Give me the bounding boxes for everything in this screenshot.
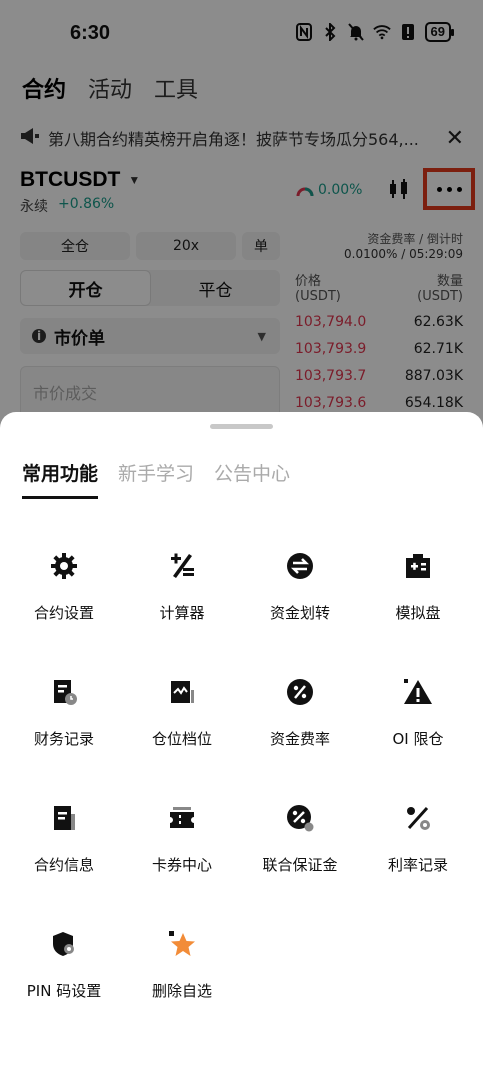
joint-margin-icon: [280, 798, 320, 838]
tab-announcements[interactable]: 公告中心: [214, 459, 290, 498]
grid-item-joint-margin[interactable]: 联合保证金: [240, 786, 360, 886]
grid-item-label: 资金费率: [269, 730, 330, 748]
grid-item-label: 资金划转: [269, 604, 330, 622]
grid-item-label: 模拟盘: [395, 604, 441, 622]
gear-icon: [44, 546, 84, 586]
grid-item-label: 合约设置: [33, 604, 94, 622]
grid-item-coupon-center[interactable]: 卡券中心: [122, 786, 242, 886]
grid-item-label: 财务记录: [33, 730, 94, 748]
demo-trading-icon: [398, 546, 438, 586]
grid-item-calculator[interactable]: 计算器: [122, 534, 242, 634]
warning-icon: [398, 672, 438, 712]
grid-item-label: 合约信息: [33, 856, 94, 874]
more-functions-sheet: 常用功能 新手学习 公告中心 合约设置 计算器 资金划转 模拟盘 财务记录 仓位…: [0, 412, 483, 1073]
grid-item-label: 删除自选: [151, 982, 212, 1000]
grid-item-fund-transfer[interactable]: 资金划转: [240, 534, 360, 634]
tab-beginner-learning[interactable]: 新手学习: [118, 459, 194, 498]
sheet-drag-handle[interactable]: [210, 424, 273, 429]
grid-item-pin-settings[interactable]: PIN 码设置: [4, 912, 124, 1012]
funding-rate-icon: [280, 672, 320, 712]
finance-record-icon: [44, 672, 84, 712]
grid-item-label: OI 限仓: [392, 730, 444, 748]
grid-item-interest-rate-records[interactable]: 利率记录: [358, 786, 478, 886]
pin-shield-icon: [44, 924, 84, 964]
grid-item-label: 联合保证金: [262, 856, 338, 874]
grid-item-label: 计算器: [159, 604, 205, 622]
calculator-icon: [162, 546, 202, 586]
grid-item-label: 利率记录: [387, 856, 448, 874]
position-tier-icon: [162, 672, 202, 712]
grid-item-contract-settings[interactable]: 合约设置: [4, 534, 124, 634]
sheet-tabs: 常用功能 新手学习 公告中心: [22, 459, 290, 499]
grid-item-contract-info[interactable]: 合约信息: [4, 786, 124, 886]
interest-rate-icon: [398, 798, 438, 838]
grid-item-position-tiers[interactable]: 仓位档位: [122, 660, 242, 760]
star-icon: [162, 924, 202, 964]
grid-item-finance-records[interactable]: 财务记录: [4, 660, 124, 760]
grid-item-label: 卡券中心: [151, 856, 212, 874]
tab-common-functions[interactable]: 常用功能: [22, 459, 99, 499]
coupon-icon: [162, 798, 202, 838]
grid-item-label: PIN 码设置: [26, 982, 102, 1000]
grid-item-oi-limit[interactable]: OI 限仓: [358, 660, 478, 760]
grid-item-label: 仓位档位: [151, 730, 212, 748]
contract-info-icon: [44, 798, 84, 838]
grid-item-demo-trading[interactable]: 模拟盘: [358, 534, 478, 634]
transfer-icon: [280, 546, 320, 586]
grid-item-funding-rate[interactable]: 资金费率: [240, 660, 360, 760]
grid-item-remove-favorite[interactable]: 删除自选: [122, 912, 242, 1012]
